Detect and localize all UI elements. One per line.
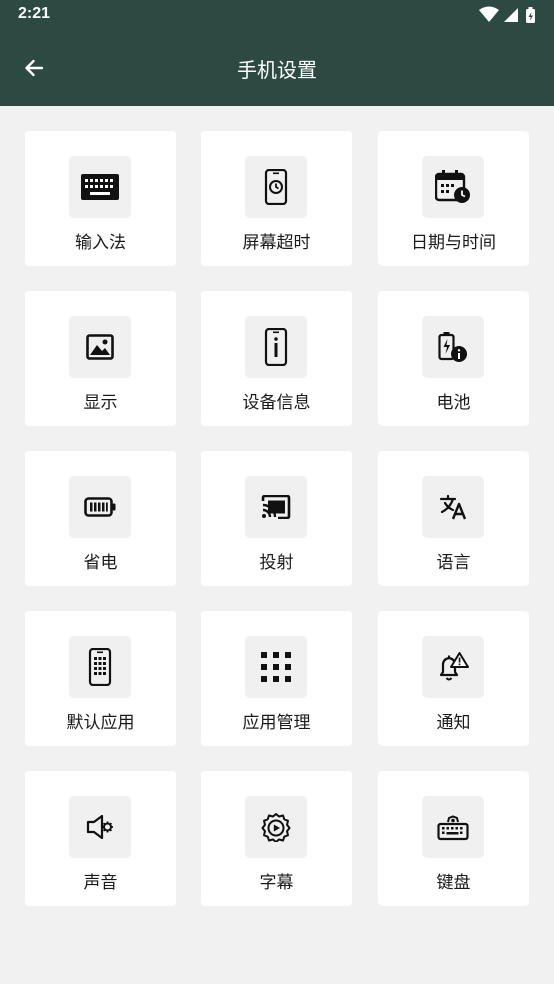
app-bar: 手机设置: [0, 30, 554, 106]
battery-saver-icon: [84, 497, 116, 517]
setting-card-keyboard[interactable]: 键盘: [378, 771, 529, 906]
calendar-clock-icon: [435, 170, 470, 203]
setting-label: 屏幕超时: [242, 233, 311, 253]
setting-card-battery[interactable]: 电池: [378, 291, 529, 426]
setting-card-cast[interactable]: 投射: [201, 451, 352, 586]
setting-label: 省电: [83, 553, 118, 573]
page-title: 手机设置: [237, 58, 317, 82]
apps-grid-icon: [261, 652, 291, 682]
image-icon: [86, 334, 114, 360]
setting-card-screen-timeout[interactable]: 屏幕超时: [201, 131, 352, 266]
setting-label: 默认应用: [66, 713, 135, 733]
setting-card-app-management[interactable]: 应用管理: [201, 611, 352, 746]
caption-settings-icon: [261, 813, 291, 842]
setting-label: 应用管理: [242, 713, 311, 733]
setting-label: 电池: [436, 393, 471, 413]
setting-label: 显示: [83, 393, 118, 413]
status-icons: [478, 6, 540, 24]
setting-card-notifications[interactable]: 通知: [378, 611, 529, 746]
setting-label: 通知: [436, 713, 471, 733]
setting-card-language[interactable]: 语言: [378, 451, 529, 586]
translate-icon: [439, 494, 467, 520]
setting-label: 声音: [83, 873, 118, 893]
status-time: 2:21: [18, 5, 51, 22]
keyboard-settings-icon: [437, 815, 469, 841]
setting-label: 日期与时间: [411, 233, 496, 253]
device-info-icon: [264, 328, 288, 366]
setting-card-sound[interactable]: 声音: [25, 771, 176, 906]
setting-card-power-saving[interactable]: 省电: [25, 451, 176, 586]
signal-icon: [504, 8, 518, 22]
setting-label: 设备信息: [242, 393, 311, 413]
notification-alert-icon: [439, 652, 469, 681]
keyboard-icon: [81, 174, 119, 200]
setting-label: 投射: [259, 553, 294, 573]
wifi-icon: [479, 6, 499, 22]
battery-info-icon: [438, 332, 467, 362]
setting-card-default-apps[interactable]: 默认应用: [25, 611, 176, 746]
setting-label: 语言: [436, 553, 471, 573]
status-bar: 2:21: [0, 0, 554, 30]
cast-icon: [261, 495, 291, 519]
phone-keypad-icon: [88, 648, 112, 686]
setting-card-device-info[interactable]: 设备信息: [201, 291, 352, 426]
setting-card-date-time[interactable]: 日期与时间: [378, 131, 529, 266]
setting-card-display[interactable]: 显示: [25, 291, 176, 426]
screen-timeout-icon: [264, 169, 288, 205]
setting-card-input-method[interactable]: 输入法: [25, 131, 176, 266]
setting-label: 键盘: [436, 873, 471, 893]
setting-label: 输入法: [75, 233, 126, 253]
setting-card-captions[interactable]: 字幕: [201, 771, 352, 906]
battery-icon: [526, 7, 535, 23]
speaker-settings-icon: [86, 814, 113, 840]
setting-label: 字幕: [259, 873, 294, 893]
